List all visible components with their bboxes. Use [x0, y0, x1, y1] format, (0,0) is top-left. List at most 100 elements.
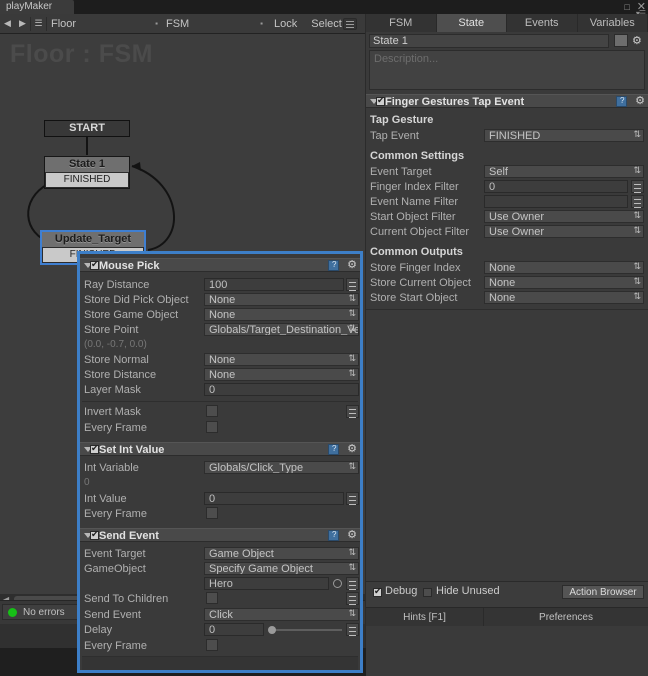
field-int-variable[interactable]: Globals/Click_Type ⇅ [204, 461, 359, 474]
field-start-object-filter[interactable]: Use Owner ⇅ [484, 210, 644, 223]
field-store-game-object[interactable]: None ⇅ [204, 308, 359, 321]
gear-icon[interactable]: ⚙ [632, 34, 642, 47]
gear-icon[interactable]: ⚙ [347, 258, 357, 271]
delay-slider-track[interactable] [270, 629, 342, 631]
field-value: Globals/Target_Destination_Vecto [209, 324, 359, 336]
variable-menu-icon[interactable] [631, 195, 644, 208]
state-node-transition[interactable]: FINISHED [46, 173, 128, 187]
field-event-target[interactable]: Self ⇅ [484, 165, 644, 178]
state-color-swatch[interactable] [614, 34, 628, 47]
field-store-current-object[interactable]: None ⇅ [484, 276, 644, 289]
field-send-event[interactable]: Click ⇅ [204, 608, 359, 621]
action-enable-checkbox[interactable] [90, 529, 99, 540]
field-int-value[interactable]: 0 [204, 492, 344, 505]
playmaker-window: playMaker □ ✕ ▾☰ ◀ ▶ ☰ Floor ▪ FSM ▪ Loc… [0, 0, 648, 676]
field-value: Self [489, 166, 508, 178]
field-delay[interactable]: 0 [204, 623, 264, 636]
delay-slider-knob[interactable] [268, 626, 276, 634]
state-node-state1[interactable]: State 1 FINISHED [44, 156, 130, 189]
field-store-distance[interactable]: None ⇅ [204, 368, 359, 381]
field-value: None [209, 354, 236, 366]
checkbox-every-frame[interactable] [206, 639, 218, 651]
variable-menu-icon[interactable] [346, 592, 359, 605]
group-header-common-outputs: Common Outputs [370, 246, 463, 258]
chevron-updown-icon: ⇅ [633, 291, 641, 301]
tab-state[interactable]: State [436, 14, 507, 32]
object-picker-icon[interactable] [333, 579, 342, 588]
field-value: Use Owner [489, 211, 545, 223]
gear-icon[interactable]: ⚙ [635, 94, 645, 107]
checkbox-invert-mask[interactable] [206, 405, 218, 417]
help-book-icon[interactable] [616, 96, 627, 107]
field-tap-event[interactable]: FINISHED ⇅ [484, 129, 644, 142]
field-store-finger-index[interactable]: None ⇅ [484, 261, 644, 274]
chevron-down-icon: ▪ [155, 19, 158, 28]
field-label-gameobject: GameObject [84, 563, 146, 575]
field-gameobject-reference[interactable]: Hero [204, 577, 329, 590]
field-label-store-normal: Store Normal [84, 354, 149, 366]
field-store-start-object[interactable]: None ⇅ [484, 291, 644, 304]
chevron-updown-icon: ⇅ [348, 562, 356, 572]
action-header-finger-gestures[interactable]: Finger Gestures Tap Event ⚙ [366, 94, 648, 108]
field-store-normal[interactable]: None ⇅ [204, 353, 359, 366]
action-header-send-event[interactable]: Send Event ⚙ [80, 528, 360, 542]
chevron-updown-icon: ⇅ [348, 608, 356, 618]
action-enable-checkbox[interactable] [376, 95, 385, 106]
field-gameobject[interactable]: Specify Game Object ⇅ [204, 562, 359, 575]
variable-menu-icon[interactable] [346, 492, 359, 505]
action-header-mouse-pick[interactable]: Mouse Pick ⚙ [80, 258, 360, 272]
field-finger-index-filter[interactable]: 0 [484, 180, 628, 193]
action-list-panel: Mouse Pick ⚙ Ray Distance 100 Store Did … [77, 251, 363, 673]
tab-fsm[interactable]: FSM [366, 14, 437, 32]
fsm-dropdown[interactable]: FSM ▪ [162, 14, 267, 34]
field-label-store-point: Store Point [84, 324, 139, 336]
tab-variables[interactable]: Variables [577, 14, 648, 32]
variable-menu-icon[interactable] [346, 278, 359, 291]
variable-menu-icon[interactable] [346, 577, 359, 590]
start-node[interactable]: START [44, 120, 130, 137]
action-header-set-int-value[interactable]: Set Int Value ⚙ [80, 442, 360, 456]
back-arrow-icon[interactable]: ◀ [0, 14, 15, 34]
hamburger-menu-icon[interactable]: ☰ [31, 14, 46, 34]
field-ray-distance[interactable]: 100 [204, 278, 344, 291]
field-layer-mask[interactable]: 0 [204, 383, 359, 396]
state-name-input[interactable]: State 1 [369, 34, 609, 48]
forward-arrow-icon[interactable]: ▶ [15, 14, 30, 34]
field-event-name-filter[interactable] [484, 195, 628, 208]
tab-events[interactable]: Events [507, 14, 578, 32]
field-value: None [489, 262, 516, 274]
field-label-invert-mask: Invert Mask [84, 406, 141, 418]
window-tab-playmaker[interactable]: playMaker [0, 0, 74, 14]
state-description-input[interactable]: Description... [369, 50, 645, 90]
int-variable-preview-value: 0 [84, 477, 90, 488]
gear-icon[interactable]: ⚙ [347, 442, 357, 455]
checkbox-send-to-children[interactable] [206, 592, 218, 604]
help-book-icon[interactable] [328, 444, 339, 455]
action-enable-checkbox[interactable] [90, 259, 99, 270]
lock-button[interactable]: Lock [267, 14, 304, 34]
help-book-icon[interactable] [328, 260, 339, 271]
action-enable-checkbox[interactable] [90, 443, 99, 454]
field-label-finger-index-filter: Finger Index Filter [370, 181, 459, 193]
minimize-icon[interactable]: □ [624, 2, 629, 12]
field-event-target[interactable]: Game Object ⇅ [204, 547, 359, 560]
field-label-send-event: Send Event [84, 609, 141, 621]
field-store-did-pick-object[interactable]: None ⇅ [204, 293, 359, 306]
hints-button[interactable]: Hints [F1] [366, 608, 484, 626]
list-view-icon[interactable] [343, 18, 357, 30]
variable-menu-icon[interactable] [346, 623, 359, 636]
debug-checkbox[interactable] [373, 586, 382, 597]
gear-icon[interactable]: ⚙ [347, 528, 357, 541]
checkbox-every-frame[interactable] [206, 507, 218, 519]
preferences-button[interactable]: Preferences [484, 608, 648, 626]
checkbox-every-frame[interactable] [206, 421, 218, 433]
hide-unused-checkbox[interactable] [423, 588, 432, 597]
field-current-object-filter[interactable]: Use Owner ⇅ [484, 225, 644, 238]
help-book-icon[interactable] [328, 530, 339, 541]
variable-menu-icon[interactable] [631, 180, 644, 193]
variable-menu-icon[interactable] [346, 405, 359, 418]
chevron-updown-icon: ⇅ [348, 293, 356, 303]
action-browser-button[interactable]: Action Browser [562, 585, 644, 599]
field-store-point[interactable]: Globals/Target_Destination_Vecto ⇅ [204, 323, 359, 336]
owner-dropdown[interactable]: Floor ▪ [47, 14, 162, 34]
